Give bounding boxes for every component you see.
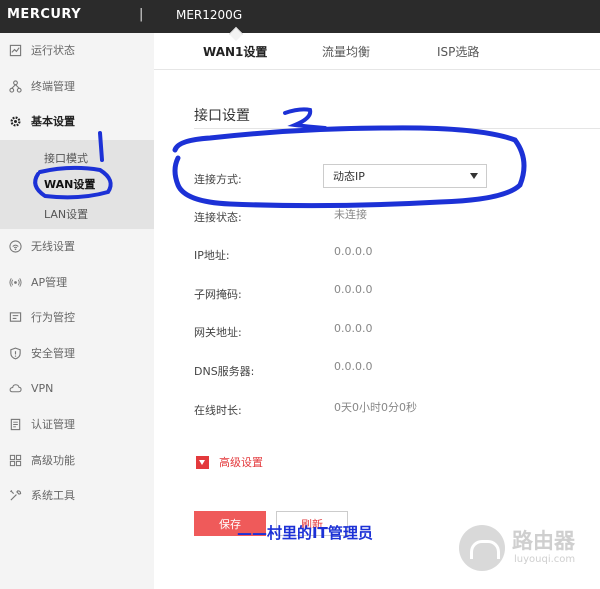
sidebar-item-basic-settings[interactable]: 基本设置	[0, 106, 154, 136]
gear-icon	[8, 114, 22, 128]
gateway-value: 0.0.0.0	[334, 322, 373, 335]
sidebar-item-label: VPN	[31, 381, 54, 395]
basic-settings-submenu: 接口模式 WAN设置 LAN设置	[0, 140, 154, 229]
sidebar-subitem-wan-settings[interactable]: WAN设置	[0, 172, 154, 196]
sidebar-item-label: 运行状态	[31, 44, 75, 57]
sidebar-item-system-tools[interactable]: 系统工具	[0, 480, 154, 510]
brand-logo: MERCURY	[7, 7, 82, 22]
sidebar-item-label: 终端管理	[31, 80, 75, 93]
ip-address-label: IP地址:	[194, 249, 230, 262]
main-content: 接口设置 连接方式: 动态IP 连接状态: 未连接 IP地址: 0.0.0.0 …	[154, 69, 600, 589]
sidebar-item-behavior-control[interactable]: 行为管控	[0, 302, 154, 332]
connection-type-label: 连接方式:	[194, 173, 242, 186]
sidebar-item-label: AP管理	[31, 276, 68, 289]
sidebar-item-ap-management[interactable]: AP管理	[0, 267, 154, 297]
sidebar: 运行状态 终端管理 基本设置 接口模式 WAN设置 LAN设置 无线设置 AP管…	[0, 33, 154, 589]
section-title: 接口设置	[194, 108, 250, 124]
section-divider	[194, 128, 600, 129]
online-duration-value: 0天0小时0分0秒	[334, 401, 417, 414]
ip-address-value: 0.0.0.0	[334, 245, 373, 258]
connection-status-label: 连接状态:	[194, 211, 242, 224]
sidebar-item-label: 认证管理	[31, 418, 75, 431]
sidebar-item-security[interactable]: 安全管理	[0, 338, 154, 368]
top-bar: MERCURY | MER1200G	[0, 0, 600, 33]
online-duration-label: 在线时长:	[194, 404, 242, 417]
dns-server-value: 0.0.0.0	[334, 360, 373, 373]
wifi-icon	[8, 239, 22, 253]
sidebar-item-status[interactable]: 运行状态	[0, 35, 154, 65]
advanced-settings-toggle[interactable]: 高级设置	[196, 454, 263, 470]
tab-isp-routing[interactable]: ISP选路	[437, 43, 479, 60]
sidebar-item-label: 系统工具	[31, 489, 75, 502]
dropdown-arrow-icon	[470, 173, 478, 179]
dns-server-label: DNS服务器:	[194, 365, 255, 378]
device-model: MER1200G	[176, 8, 243, 22]
auth-icon	[8, 417, 22, 431]
sidebar-subitem-lan-settings[interactable]: LAN设置	[0, 202, 154, 226]
subnet-mask-label: 子网掩码:	[194, 288, 242, 301]
advanced-settings-label: 高级设置	[219, 456, 263, 469]
gateway-label: 网关地址:	[194, 326, 242, 339]
sidebar-item-advanced[interactable]: 高级功能	[0, 445, 154, 475]
expand-arrow-icon	[196, 455, 209, 469]
sidebar-item-vpn[interactable]: VPN	[0, 373, 154, 403]
tab-bar: WAN1设置 流量均衡 ISP选路	[154, 33, 600, 69]
tab-wan1-settings[interactable]: WAN1设置	[203, 43, 267, 60]
sidebar-item-auth[interactable]: 认证管理	[0, 409, 154, 439]
advanced-icon	[8, 453, 22, 467]
tab-traffic-balance[interactable]: 流量均衡	[322, 43, 370, 60]
status-icon	[8, 43, 22, 57]
sidebar-item-label: 行为管控	[31, 311, 75, 324]
sidebar-subitem-interface-mode[interactable]: 接口模式	[0, 146, 154, 170]
subnet-mask-value: 0.0.0.0	[334, 283, 373, 296]
sidebar-item-label: 安全管理	[31, 347, 75, 360]
connection-type-select[interactable]: 动态IP	[323, 164, 487, 188]
behavior-icon	[8, 310, 22, 324]
site-watermark-url: luyouqi.com	[514, 554, 576, 565]
sidebar-item-wireless[interactable]: 无线设置	[0, 231, 154, 261]
tools-icon	[8, 488, 22, 502]
site-watermark-title: 路由器	[512, 529, 575, 553]
ap-icon	[8, 275, 22, 289]
sidebar-item-label: 基本设置	[31, 115, 75, 128]
author-watermark: ——村里的IT管理员	[237, 524, 373, 542]
devices-icon	[8, 79, 22, 93]
header-divider: |	[139, 7, 144, 22]
shield-icon	[8, 346, 22, 360]
connection-type-value: 动态IP	[333, 170, 365, 183]
sidebar-item-label: 高级功能	[31, 454, 75, 467]
router-logo-icon	[459, 525, 505, 571]
cloud-icon	[8, 381, 22, 395]
connection-status-value: 未连接	[334, 208, 367, 221]
sidebar-item-label: 无线设置	[31, 240, 75, 253]
sidebar-item-devices[interactable]: 终端管理	[0, 71, 154, 101]
